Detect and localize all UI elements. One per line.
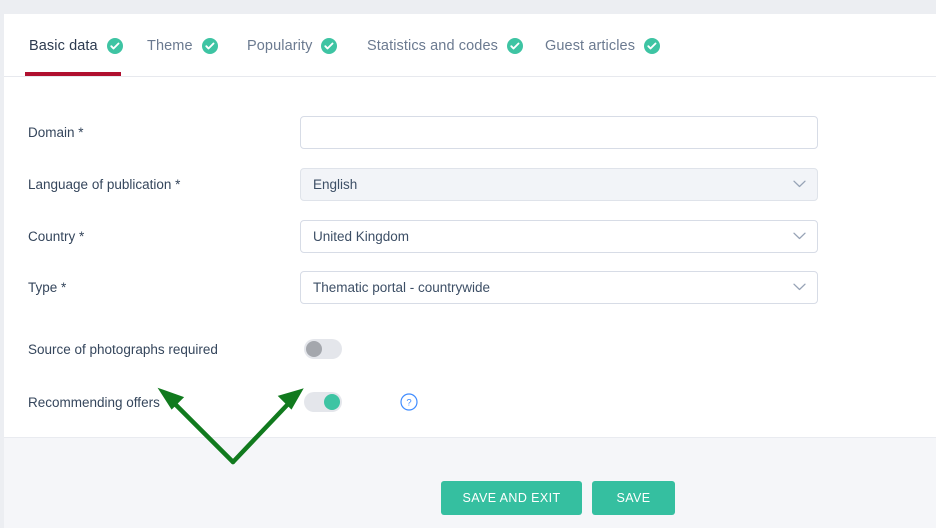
tab-popularity-check-icon — [321, 37, 338, 54]
save-and-exit-button[interactable]: SAVE AND EXIT — [441, 481, 582, 515]
recommending-offers-label: Recommending offers — [28, 394, 160, 410]
tab-statistics-and-codes-label: Statistics and codes — [367, 37, 498, 54]
source-of-photographs-toggle[interactable] — [304, 339, 342, 359]
recommending-offers-toggle[interactable] — [304, 392, 342, 412]
language-label: Language of publication * — [28, 176, 181, 192]
country-select-wrap: United Kingdom — [300, 219, 818, 253]
tab-popularity-label: Popularity — [247, 37, 313, 54]
tab-basic-data-check-icon — [106, 37, 123, 54]
language-select-wrap: English — [300, 167, 818, 201]
tab-statistics-and-codes[interactable]: Statistics and codes — [367, 14, 523, 77]
page-background: Basic data Theme Popularity Statistics a… — [0, 0, 936, 528]
form-row-domain: Domain * — [4, 115, 936, 149]
type-select-value: Thematic portal - countrywide — [313, 279, 491, 295]
tab-basic-data-label: Basic data — [29, 37, 98, 54]
toggle-knob — [306, 341, 322, 357]
toggle-knob — [324, 394, 340, 410]
tab-theme-label: Theme — [147, 37, 193, 54]
form-footer: SAVE AND EXIT SAVE — [4, 437, 936, 528]
tab-bar: Basic data Theme Popularity Statistics a… — [4, 14, 936, 77]
tab-guest-articles-check-icon — [644, 37, 661, 54]
source-of-photographs-label: Source of photographs required — [28, 341, 218, 357]
domain-input-wrap — [300, 115, 818, 149]
tab-theme[interactable]: Theme — [147, 14, 218, 77]
tab-basic-data[interactable]: Basic data — [29, 14, 123, 77]
language-select-value: English — [313, 176, 358, 192]
domain-label: Domain * — [28, 124, 84, 140]
form-row-recommending-offers: Recommending offers ? — [4, 385, 936, 419]
svg-text:?: ? — [406, 398, 411, 409]
tab-statistics-and-codes-check-icon — [506, 37, 523, 54]
country-select[interactable]: United Kingdom — [300, 219, 818, 253]
form-row-source-of-photographs: Source of photographs required — [4, 332, 936, 366]
form-row-type: Type * Thematic portal - countrywide — [4, 270, 936, 304]
type-label: Type * — [28, 279, 67, 295]
tab-guest-articles[interactable]: Guest articles — [545, 14, 661, 77]
recommending-offers-help-wrap: ? — [400, 393, 418, 411]
country-select-value: United Kingdom — [313, 228, 410, 244]
source-of-photographs-toggle-wrap — [304, 339, 342, 359]
recommending-offers-toggle-wrap — [304, 392, 342, 412]
type-select[interactable]: Thematic portal - countrywide — [300, 270, 818, 304]
form-basic-data: Domain * Language of publication * Engli… — [4, 77, 936, 437]
form-row-language: Language of publication * English — [4, 167, 936, 201]
country-label: Country * — [28, 228, 85, 244]
chevron-down-icon — [793, 175, 806, 193]
language-select[interactable]: English — [300, 167, 818, 201]
type-select-wrap: Thematic portal - countrywide — [300, 270, 818, 304]
tab-guest-articles-label: Guest articles — [545, 37, 636, 54]
form-row-country: Country * United Kingdom — [4, 219, 936, 253]
active-tab-indicator — [25, 72, 121, 76]
content-card: Basic data Theme Popularity Statistics a… — [4, 14, 936, 528]
question-mark-circle-icon[interactable]: ? — [400, 393, 418, 411]
tab-theme-check-icon — [201, 37, 218, 54]
chevron-down-icon — [793, 278, 806, 296]
save-button[interactable]: SAVE — [592, 481, 675, 515]
tab-popularity[interactable]: Popularity — [247, 14, 338, 77]
domain-input[interactable] — [300, 115, 818, 149]
chevron-down-icon — [793, 227, 806, 245]
